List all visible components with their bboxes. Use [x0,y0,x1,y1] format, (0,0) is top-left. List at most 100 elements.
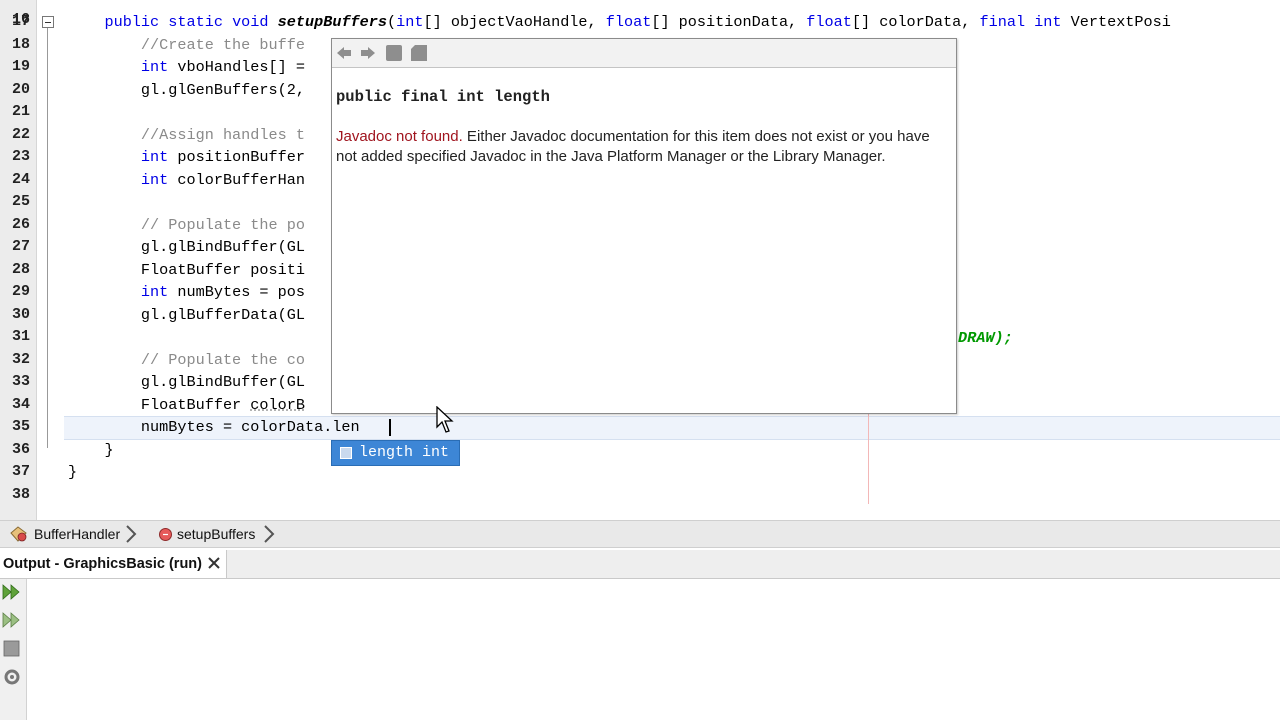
code-text: // Populate the co [68,349,305,372]
output-window-header: Output - GraphicsBasic (run) [0,550,1280,579]
line-number: 34 [11,395,30,413]
code-completion-popup[interactable]: length int [331,440,460,466]
rerun-icon[interactable] [2,582,22,602]
code-token: int [396,13,424,31]
goto-source-icon[interactable] [410,44,428,62]
code-line[interactable]: 38 [0,484,1280,507]
line-number: 37 [11,463,30,480]
javadoc-signature: public final int length [336,88,550,106]
completion-item-length[interactable]: length int [359,443,449,463]
code-token: float [806,13,852,31]
line-number: 20 [11,80,30,98]
code-token: [] colorData, [851,13,980,31]
code-text: // Populate the po [68,214,305,237]
code-token: gl.glGenBuffers(2, [68,80,305,99]
tab-output[interactable]: Output - GraphicsBasic (run) [0,550,227,578]
close-icon[interactable] [206,555,222,571]
code-line[interactable]: 17 public static void setupBuffers(int[]… [0,11,1280,34]
line-number: 24 [11,170,30,188]
code-token: } [68,463,78,481]
code-token: int [140,283,178,301]
code-token: setupBuffers [277,13,388,31]
code-text: FloatBuffer colorB [68,394,305,417]
code-token: public static void [104,13,278,31]
code-text: //Create the buffe [68,34,305,57]
code-token: float [605,13,652,31]
chevron-right-icon [126,525,137,543]
settings-icon[interactable] [2,667,22,687]
code-token: gl.glBindBuffer(GL [68,373,305,391]
javadoc-error-text: Javadoc not found. [336,128,463,145]
code-text: } [68,461,77,484]
method-icon [159,528,172,541]
code-line[interactable]: 37} [0,461,1280,484]
code-text: numBytes = colorData.len [68,416,360,439]
fold-collapse-icon[interactable] [42,16,54,28]
line-number: 35 [11,418,30,435]
chevron-right-icon [264,525,275,543]
code-token: gl.glBindBuffer(GL [68,238,305,256]
code-token: // Populate the po [140,215,305,234]
code-token: //Create the buffe [140,35,305,54]
code-token: [] positionData, [651,13,807,31]
line-number: 36 [11,440,30,458]
code-line[interactable]: 35 numBytes = colorData.len [0,416,1280,439]
code-text: gl.glBindBuffer(GL [68,236,305,259]
line-number: 21 [11,103,30,120]
code-token: //Assign handles t [140,125,305,144]
line-number: 18 [11,35,30,53]
output-console[interactable] [0,579,1280,720]
line-number: 33 [11,373,30,390]
code-line-partial: 16 [0,0,1280,28]
line-number: 38 [11,485,30,503]
javadoc-popup[interactable]: public final int length Javadoc not foun… [331,38,957,414]
line-number: 27 [11,238,30,255]
open-in-browser-icon[interactable] [385,44,403,62]
code-text: gl.glBindBuffer(GL [68,371,305,394]
line-number: 17 [11,13,30,30]
code-token: positionBuffer [177,148,305,166]
code-token: [] objectVaoHandle, [423,13,606,31]
code-token: int [140,58,178,76]
line-number: 25 [11,193,30,210]
code-token: colorBufferHan [177,170,305,189]
breadcrumb-class[interactable]: BufferHandler [34,521,120,547]
code-token: int [140,148,178,166]
back-arrow-icon[interactable] [335,44,353,62]
code-text: int numBytes = pos [68,281,305,304]
line-number: 28 [11,260,30,278]
code-token: vboHandles[] = [177,58,305,76]
mouse-pointer-icon [436,406,454,433]
code-token: FloatBuffer positi [68,260,305,279]
code-token: VertextPosi [1070,13,1171,31]
constant-text: DRAW); [958,328,1013,347]
code-text: int colorBufferHan [68,169,305,192]
fold-guide-line [47,28,48,448]
forward-arrow-icon[interactable] [359,44,377,62]
rerun-with-options-icon[interactable] [2,610,22,630]
code-token: FloatBuffer [68,395,251,414]
code-text: //Assign handles t [68,124,305,147]
code-line[interactable]: 36 } [0,439,1280,462]
line-number: 23 [11,148,30,165]
line-number: 22 [11,125,30,143]
code-text: int vboHandles[] = [68,56,305,79]
breadcrumb-method[interactable]: setupBuffers [177,521,255,547]
code-text: gl.glGenBuffers(2, [68,79,305,102]
code-text: public static void setupBuffers(int[] ob… [68,11,1171,34]
code-token: // Populate the co [140,350,305,369]
javadoc-toolbar [332,39,956,68]
code-token: final int [979,13,1071,31]
line-number: 29 [11,283,30,300]
stop-icon[interactable] [2,639,22,659]
output-toolbar [0,579,27,720]
field-icon [340,447,352,459]
